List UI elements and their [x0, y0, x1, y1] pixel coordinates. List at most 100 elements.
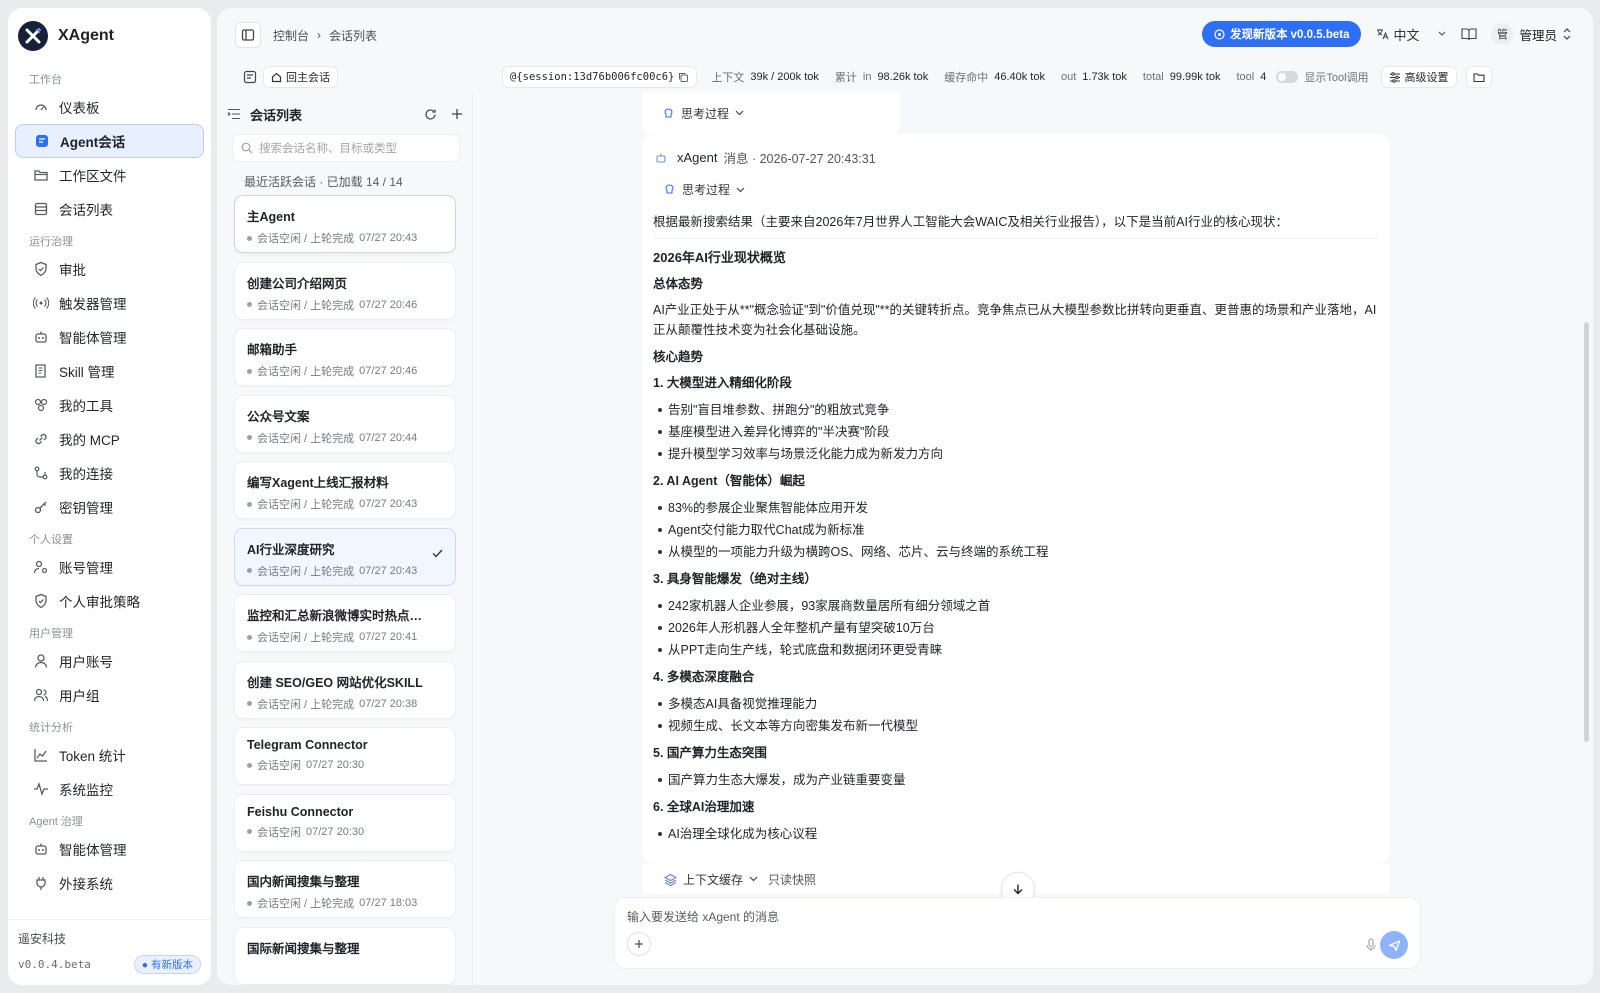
- sidebar-item[interactable]: 我的 MCP: [15, 422, 204, 456]
- trend-bullets: 多模态AI具备视觉推理能力 视频生成、长文本等方向密集发布新一代模型: [653, 693, 1379, 737]
- chevron-down-icon: [736, 187, 745, 192]
- session-cards: 主Agent 会话空闲 / 上轮完成 07/27 20:43 创建公司介绍网页 会话空闲…: [234, 195, 456, 985]
- sidebar-item[interactable]: Agent会话: [15, 124, 204, 158]
- trend-bullet: 从PPT走向生产线，轮式底盘和数据闭环更受青睐: [656, 639, 1379, 661]
- user-menu[interactable]: 管 管理员: [1491, 23, 1571, 45]
- session-card[interactable]: 邮箱助手 会话空闲 / 上轮完成 07/27 20:46: [234, 328, 456, 386]
- sidebar-nav: 工作台 仪表板 Agent会话 工作区文件 会话列表 运行治理 审批 触发器管理 智能体管理 Sk…: [8, 64, 211, 924]
- message-intro: 根据最新搜索结果（主要来自2026年7月世界人工智能大会WAIC及相关行业报告）…: [653, 212, 1379, 239]
- status-dot: [247, 235, 252, 241]
- sidebar-item[interactable]: 用户组: [15, 678, 204, 712]
- session-card[interactable]: AI行业深度研究 会话空闲 / 上轮完成 07/27 20:43: [234, 527, 456, 586]
- status-dot: [247, 435, 252, 440]
- nav-group: 统计分析 Token 统计 系统监控: [8, 718, 211, 806]
- session-card[interactable]: 监控和汇总新浪微博实时热点与... 会话空闲 / 上轮完成 07/27 20:41: [234, 594, 456, 652]
- trend-bullet: 2026年人形机器人全年整机产量有望突破10万台: [656, 617, 1379, 639]
- sidebar-item[interactable]: 工作区文件: [15, 158, 204, 192]
- show-tool-toggle[interactable]: [1276, 71, 1299, 83]
- session-card[interactable]: 公众号文案会话空闲 / 上轮完成 07/27 20:44: [234, 394, 456, 453]
- workspace-folder-button[interactable]: [1465, 66, 1492, 88]
- sidebar-item[interactable]: 触发器管理: [15, 286, 204, 320]
- session-card[interactable]: 编写Xagent上线汇报材料 会话空闲 / 上轮完成 07/27 20:43: [234, 461, 456, 519]
- new-version-button[interactable]: 发现新版本 v0.0.5.beta: [1201, 21, 1362, 47]
- out-stat: out 1.73k tok: [1061, 71, 1127, 83]
- status-dot: [247, 634, 252, 640]
- sidebar-item[interactable]: 智能体管理: [15, 832, 204, 866]
- status-dot: [247, 762, 252, 768]
- sidebar-item-label: Token 统计: [59, 749, 126, 764]
- trend-bullet: AI治理全球化成为核心议程: [656, 823, 1379, 845]
- composer-input[interactable]: 输入要发送给 xAgent 的消息: [627, 908, 779, 925]
- mic-icon[interactable]: [1366, 938, 1376, 952]
- advanced-settings-button[interactable]: 高级设置: [1380, 66, 1457, 88]
- chat-scrollbar[interactable]: [1584, 322, 1589, 742]
- sidebar-item[interactable]: 系统监控: [15, 772, 204, 806]
- list-icon: [33, 201, 49, 217]
- session-card[interactable]: 创建 SEO/GEO 网站优化SKILL 会话空闲 / 上轮完成 07/27 20:…: [234, 660, 456, 719]
- search-icon: [241, 142, 253, 154]
- shield-check-icon: [33, 593, 49, 609]
- session-title: 编写Xagent上线汇报材料: [247, 476, 389, 490]
- sidebar-item[interactable]: 密钥管理: [15, 490, 204, 524]
- bot-icon: [656, 153, 666, 163]
- refresh-icon[interactable]: [424, 108, 437, 121]
- message-list-icon[interactable]: [243, 70, 257, 84]
- breadcrumb-console[interactable]: 控制台: [273, 27, 309, 44]
- sidebar-item[interactable]: 智能体管理: [15, 320, 204, 354]
- session-card[interactable]: 主Agent 会话空闲 / 上轮完成 07/27 20:43: [234, 195, 456, 253]
- avatar: 管: [1491, 23, 1514, 45]
- sidebar-item[interactable]: 外接系统: [15, 866, 204, 900]
- session-status-row: 会话空闲 / 上轮完成 07/27 20:43: [247, 563, 443, 579]
- trend-bullet: 提升模型学习效率与场景泛化能力成为新发力方向: [656, 443, 1379, 465]
- send-icon: [1388, 939, 1400, 951]
- session-status-row: 会话空闲 / 上轮完成 07/27 20:44: [247, 430, 443, 446]
- sidebar-item[interactable]: 我的连接: [15, 456, 204, 490]
- back-to-main-button[interactable]: 回主会话: [263, 66, 338, 88]
- context-label: 上下文: [711, 72, 745, 84]
- docs-button[interactable]: [1461, 27, 1478, 41]
- sidebar-toggle-button[interactable]: [235, 22, 261, 48]
- sidebar-item[interactable]: 用户账号: [15, 644, 204, 678]
- sidebar-item[interactable]: 审批: [15, 252, 204, 286]
- session-card[interactable]: 国内新闻搜集与整理 会话空闲 / 上轮完成 07/27 18:03: [234, 860, 456, 918]
- trend-sections: 1. 大模型进入精细化阶段 告别"盲目堆参数、拼跑分"的粗放式竞争 基座模型进入差异…: [653, 373, 1379, 845]
- thinking-toggle[interactable]: 思考过程: [662, 105, 744, 122]
- session-card[interactable]: Feishu Connector 会话空闲 07/27 20:30: [234, 793, 456, 852]
- message-composer[interactable]: 输入要发送给 xAgent 的消息: [614, 897, 1421, 969]
- sidebar-item[interactable]: 我的工具: [15, 388, 204, 422]
- trend-bullet: 从模型的一项能力升级为横跨OS、网络、芯片、云与终端的系统工程: [656, 541, 1379, 563]
- context-cache-label[interactable]: 上下文缓存: [683, 871, 743, 888]
- session-title: 公众号文案: [247, 409, 310, 424]
- sidebar: XAgent 工作台 仪表板 Agent会话 工作区文件 会话列表 运行治理 审批 触发器管理…: [8, 8, 211, 985]
- chevron-down-icon: [749, 876, 758, 882]
- send-button[interactable]: [1380, 931, 1408, 959]
- sidebar-footer: 遥安科技 v0.0.4.beta ● 有新版本: [8, 919, 211, 985]
- main-panel: 控制台 › 会话列表 发现新版本 v0.0.5.beta 中文 管 管理员 回主…: [217, 8, 1593, 985]
- session-card[interactable]: 创建公司介绍网页 会话空闲 / 上轮完成 07/27 20:46: [234, 261, 456, 320]
- new-session-icon[interactable]: [451, 108, 463, 120]
- app-version: v0.0.4.beta: [18, 958, 91, 971]
- session-card[interactable]: 国际新闻搜集与整理: [234, 926, 456, 985]
- overall-text: AI产业正处于从**"概念验证"到"价值兑现"**的关键转折点。竞争焦点已从大模…: [653, 303, 1377, 337]
- sidebar-item[interactable]: 个人审批策略: [15, 584, 204, 618]
- status-dot: [247, 568, 252, 573]
- sidebar-item[interactable]: 仪表板: [15, 90, 204, 124]
- sidebar-item[interactable]: 会话列表: [15, 192, 204, 226]
- attach-button[interactable]: [627, 932, 651, 956]
- session-card[interactable]: Telegram Connector 会话空闲 07/27 20:30: [234, 727, 456, 785]
- sidebar-item[interactable]: 账号管理: [15, 550, 204, 584]
- sidebar-item[interactable]: Token 统计: [15, 738, 204, 772]
- out-value: 1.73k tok: [1082, 71, 1127, 83]
- thinking-label: 思考过程: [681, 106, 730, 121]
- thinking-toggle[interactable]: 思考过程: [663, 181, 1379, 198]
- session-search-input[interactable]: 搜索会话名称、目标或类型: [232, 134, 460, 162]
- session-ref[interactable]: @{session:13d76b006fc00c6}: [502, 66, 698, 88]
- sidebar-item[interactable]: Skill 管理: [15, 354, 204, 388]
- show-tool-label: 显示Tool调用: [1304, 72, 1369, 84]
- sidebar-item-label: 密钥管理: [59, 501, 113, 516]
- status-dot: [247, 302, 252, 307]
- brand[interactable]: XAgent: [18, 16, 114, 56]
- chevron-right-icon: ›: [317, 28, 322, 42]
- language-selector[interactable]: 中文: [1375, 25, 1447, 44]
- update-badge[interactable]: ● 有新版本: [133, 955, 201, 974]
